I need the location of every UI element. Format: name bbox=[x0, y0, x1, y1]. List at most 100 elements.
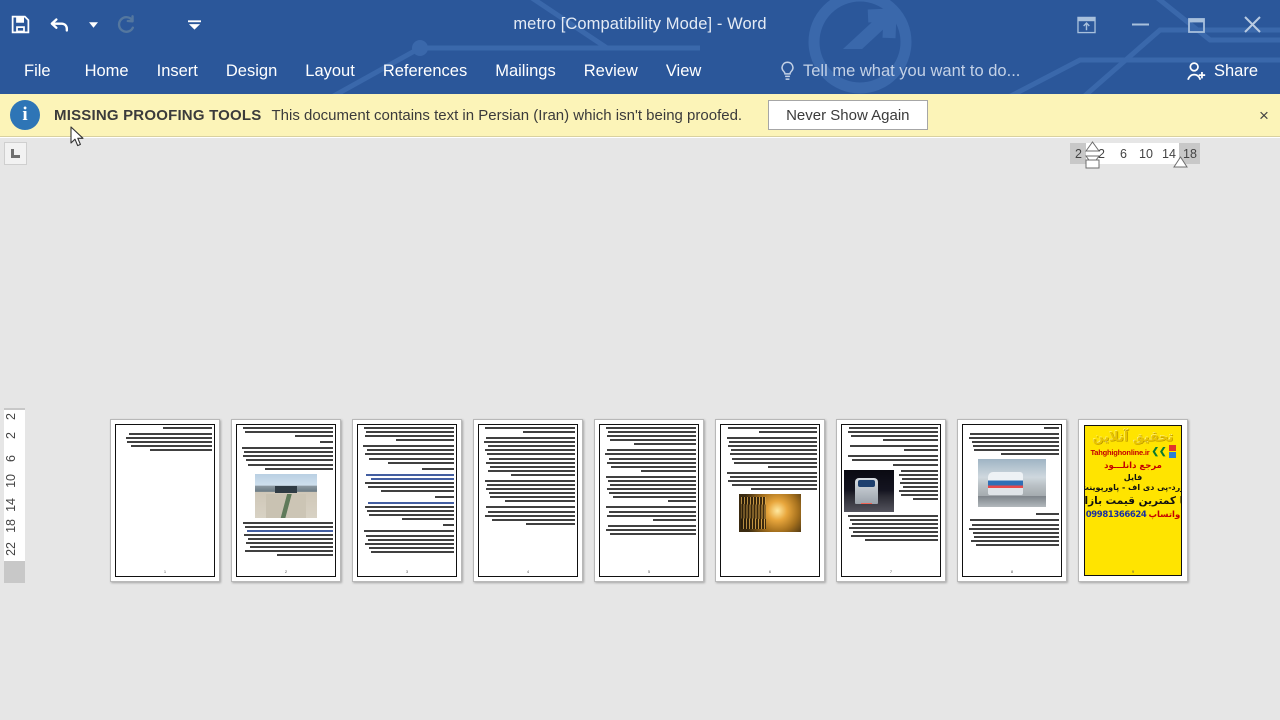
page-thumbnail[interactable]: 8 bbox=[957, 419, 1067, 582]
close-button[interactable] bbox=[1224, 0, 1280, 49]
page-number: 5 bbox=[647, 569, 651, 574]
paragraph bbox=[360, 524, 454, 527]
image-with-wrapped-text bbox=[844, 469, 938, 512]
page-content bbox=[723, 427, 817, 574]
advertisement: تحقیق آنلاین Tahghighonline.ir ❮❮ مرجع د… bbox=[1084, 425, 1182, 576]
tab-home[interactable]: Home bbox=[71, 49, 143, 94]
page-number: 2 bbox=[284, 569, 288, 574]
ribbon-display-options-button[interactable] bbox=[1060, 0, 1112, 49]
ad-whatsapp-label: واتساپ bbox=[1148, 509, 1181, 520]
tab-view[interactable]: View bbox=[652, 49, 715, 94]
page-content bbox=[844, 427, 938, 574]
message-bar-text: This document contains text in Persian (… bbox=[271, 106, 743, 124]
paragraph bbox=[360, 467, 454, 470]
page-thumbnail[interactable]: 4 bbox=[473, 419, 583, 582]
page-thumbnail[interactable]: 7 bbox=[836, 419, 946, 582]
paragraph bbox=[602, 427, 696, 446]
restore-icon bbox=[1187, 17, 1205, 33]
ad-line-1: مرجع دانلـــود bbox=[1104, 460, 1162, 471]
ad-line-3: ورد-پی دی اف - پاورپوینت bbox=[1084, 482, 1182, 492]
share-person-icon bbox=[1187, 62, 1206, 81]
page-content bbox=[602, 427, 696, 574]
vruler-tick-0: 2 bbox=[4, 413, 18, 420]
paragraph bbox=[965, 513, 1059, 516]
tab-layout[interactable]: Layout bbox=[291, 49, 369, 94]
info-icon: i bbox=[10, 100, 40, 130]
paragraph bbox=[602, 506, 696, 521]
left-tab-stop-icon bbox=[11, 149, 20, 158]
title-bar: metro [Compatibility Mode] - Word bbox=[0, 0, 1280, 49]
close-icon bbox=[1243, 16, 1261, 33]
paragraph bbox=[360, 530, 454, 553]
ad-line-4: با کمترین قیمت بازار bbox=[1084, 494, 1181, 507]
paragraph bbox=[360, 496, 454, 499]
page-thumbnail[interactable]: تحقیق آنلاین Tahghighonline.ir ❮❮ مرجع د… bbox=[1078, 419, 1188, 582]
tab-design[interactable]: Design bbox=[212, 49, 291, 94]
page-number: 4 bbox=[526, 569, 530, 574]
paragraph bbox=[844, 455, 938, 466]
paragraph bbox=[723, 427, 817, 434]
vruler-tick-5: 18 bbox=[4, 519, 18, 533]
page-thumbnail-strip: 1 2 3 4 5 6 7 8 تحقیق آنلاین Tahghighonl… bbox=[110, 419, 1188, 582]
tab-review[interactable]: Review bbox=[570, 49, 652, 94]
horizontal-ruler[interactable]: 2 2 6 10 14 18 bbox=[0, 138, 1280, 170]
page-content bbox=[239, 427, 333, 574]
ad-line-2: فایل bbox=[1123, 472, 1143, 482]
page-thumbnail[interactable]: 5 bbox=[594, 419, 704, 582]
message-bar-close-icon[interactable]: × bbox=[1253, 104, 1275, 126]
page-content bbox=[118, 427, 212, 574]
tab-stop-selector-button[interactable] bbox=[4, 142, 27, 165]
vruler-tick-3: 10 bbox=[4, 474, 18, 488]
page-number: 1 bbox=[163, 569, 167, 574]
paragraph bbox=[965, 433, 1059, 456]
paragraph bbox=[118, 427, 212, 429]
ribbon-tabs: File Home Insert Design Layout Reference… bbox=[0, 49, 715, 94]
ribbon-tab-bar: File Home Insert Design Layout Reference… bbox=[0, 49, 1280, 94]
share-label: Share bbox=[1213, 62, 1258, 80]
paragraph bbox=[360, 427, 454, 442]
paragraph bbox=[602, 524, 696, 535]
never-show-again-button[interactable]: Never Show Again bbox=[768, 100, 928, 130]
mouse-cursor bbox=[70, 126, 84, 147]
paragraph bbox=[965, 427, 1059, 429]
page-thumbnail[interactable]: 3 bbox=[352, 419, 462, 582]
dark-train-photo bbox=[844, 469, 894, 512]
page-number: 7 bbox=[889, 569, 893, 574]
page-thumbnail[interactable]: 1 bbox=[110, 419, 220, 582]
vruler-tick-1: 2 bbox=[4, 432, 18, 439]
tab-references[interactable]: References bbox=[369, 49, 481, 94]
paragraph bbox=[360, 445, 454, 464]
arrow-left-icon: ❮❮ bbox=[1151, 445, 1167, 456]
paragraph bbox=[481, 479, 575, 503]
page-thumbnail[interactable]: 6 bbox=[715, 419, 825, 582]
ad-title: تحقیق آنلاین bbox=[1092, 430, 1174, 445]
paragraph bbox=[602, 475, 696, 503]
ad-url-row: Tahghighonline.ir ❮❮ bbox=[1090, 444, 1176, 458]
paragraph bbox=[844, 445, 938, 452]
vertical-ruler-numbers: 2 2 6 10 14 18 22 bbox=[4, 410, 25, 582]
right-indent-marker[interactable] bbox=[1172, 154, 1189, 168]
share-button[interactable]: Share bbox=[1173, 49, 1270, 94]
missing-proofing-tools-bar: i MISSING PROOFING TOOLS This document c… bbox=[0, 94, 1280, 137]
page-number: 8 bbox=[1010, 569, 1014, 574]
document-workspace[interactable]: 2 2 6 10 14 18 2 2 6 10 14 18 22 1 2 3 4… bbox=[0, 138, 1280, 720]
ad-url: Tahghighonline.ir bbox=[1090, 448, 1150, 458]
paragraph bbox=[965, 519, 1059, 547]
tell-me-box[interactable]: Tell me what you want to do... bbox=[780, 49, 1020, 94]
paragraph bbox=[481, 506, 575, 525]
page-thumbnail[interactable]: 2 bbox=[231, 419, 341, 582]
ribbon-display-options-icon bbox=[1076, 16, 1096, 33]
paragraph bbox=[481, 437, 575, 476]
tell-me-placeholder: Tell me what you want to do... bbox=[803, 62, 1021, 80]
hruler-tick-3: 10 bbox=[1139, 146, 1153, 161]
page-content bbox=[481, 427, 575, 574]
road-photo bbox=[255, 473, 317, 518]
window-controls bbox=[1060, 0, 1280, 49]
restore-button[interactable] bbox=[1168, 0, 1224, 49]
tab-mailings[interactable]: Mailings bbox=[481, 49, 570, 94]
message-bar-title: MISSING PROOFING TOOLS bbox=[54, 106, 262, 124]
tab-insert[interactable]: Insert bbox=[143, 49, 212, 94]
left-indent-box-marker[interactable] bbox=[1084, 159, 1101, 170]
tab-file[interactable]: File bbox=[0, 49, 71, 94]
minimize-button[interactable] bbox=[1112, 0, 1168, 49]
